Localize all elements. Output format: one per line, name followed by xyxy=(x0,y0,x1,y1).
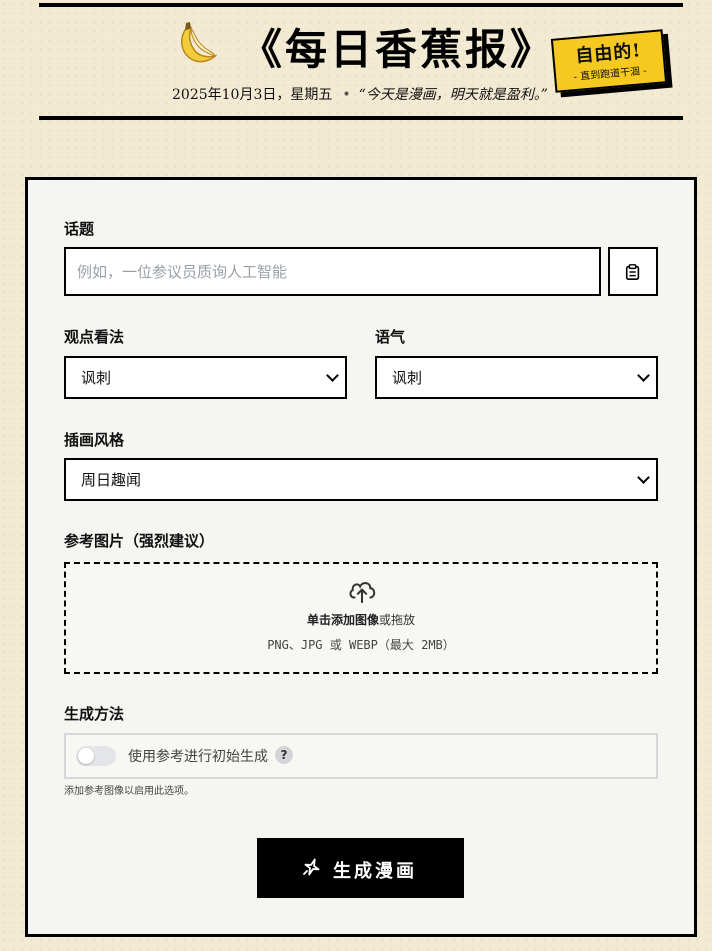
toggle-label: 使用参考进行初始生成 xyxy=(128,749,268,765)
style-value: 周日趣闻 xyxy=(81,471,142,489)
chevron-down-icon xyxy=(637,369,650,382)
upload-drag-text: 或拖放 xyxy=(379,613,416,627)
clipboard-icon xyxy=(625,264,640,281)
help-icon[interactable]: ? xyxy=(275,746,293,764)
upload-formats: PNG、JPG 或 WEBP（最大 2MB） xyxy=(267,638,455,652)
stamp-badge: 自由的! - 直到跑道干涸 - xyxy=(550,29,668,93)
style-label: 插画风格 xyxy=(64,431,125,449)
toggle-knob xyxy=(78,748,94,764)
motto-quote: “今天是漫画，明天就是盈利。” xyxy=(358,87,548,103)
method-label: 生成方法 xyxy=(64,705,125,723)
freedom-stamp: 自由的! - 直到跑道干涸 - xyxy=(550,29,673,98)
newspaper-title: 《每日香蕉报》 xyxy=(240,25,556,74)
upload-click-link[interactable]: 单击添加图像 xyxy=(307,613,379,627)
tone-label: 语气 xyxy=(375,328,406,346)
upload-instruction: 单击添加图像或拖放 xyxy=(66,611,656,628)
tone-value: 讽刺 xyxy=(392,369,423,387)
separator-dot: • xyxy=(342,87,351,103)
date-text: 2025年10月3日，星期五 xyxy=(172,87,333,103)
sparkle-icon xyxy=(303,858,320,876)
topic-placeholder: 例如，一位参议员质询人工智能 xyxy=(77,263,288,281)
style-select[interactable]: 周日趣闻 xyxy=(64,458,658,501)
topic-suggest-button[interactable] xyxy=(608,247,658,296)
reference-init-toggle[interactable] xyxy=(76,746,116,766)
comic-form-card: 话题 例如，一位参议员质询人工智能 观点看法 讽刺 语气 讽刺 插画风格 周日趣… xyxy=(25,177,697,937)
viewpoint-select[interactable]: 讽刺 xyxy=(64,356,347,399)
reference-upload-dropzone[interactable]: 单击添加图像或拖放 PNG、JPG 或 WEBP（最大 2MB） xyxy=(64,562,658,674)
dateline: 2025年10月3日，星期五 • “今天是漫画，明天就是盈利。” xyxy=(172,84,548,104)
topic-label: 话题 xyxy=(64,220,95,238)
topic-input[interactable]: 例如，一位参议员质询人工智能 xyxy=(64,247,601,296)
banana-icon xyxy=(180,22,218,63)
chevron-down-icon xyxy=(326,369,339,382)
chevron-down-icon xyxy=(637,471,650,484)
viewpoint-value: 讽刺 xyxy=(81,369,112,387)
masthead-bottom-rule xyxy=(39,116,683,120)
masthead-top-rule xyxy=(39,3,683,7)
generate-comic-button[interactable]: 生成漫画 xyxy=(257,838,464,898)
cloud-upload-icon xyxy=(349,582,376,604)
method-option-box: 使用参考进行初始生成 ? xyxy=(64,733,658,779)
generate-button-label: 生成漫画 xyxy=(333,861,417,882)
tone-select[interactable]: 讽刺 xyxy=(375,356,658,399)
reference-label: 参考图片（强烈建议） xyxy=(64,532,215,550)
viewpoint-label: 观点看法 xyxy=(64,328,125,346)
method-hint: 添加参考图像以启用此选项。 xyxy=(64,786,194,797)
